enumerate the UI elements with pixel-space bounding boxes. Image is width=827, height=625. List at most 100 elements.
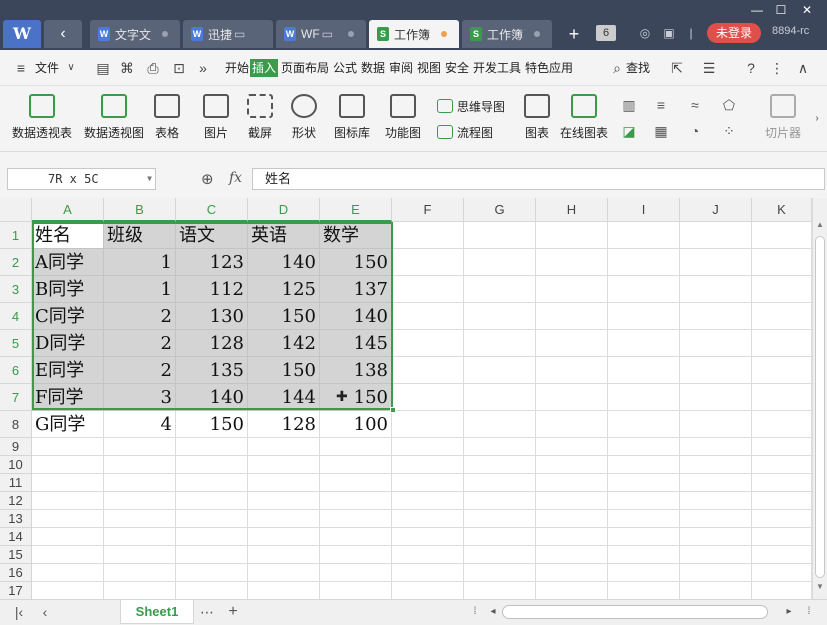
cell-B16[interactable] (104, 564, 176, 582)
cell-B8[interactable]: 4 (104, 411, 176, 438)
cell-H10[interactable] (536, 456, 608, 474)
cell-I1[interactable] (608, 222, 680, 249)
pivot-chart-button[interactable]: 数据透视图 (82, 94, 146, 141)
search-icon[interactable]: ⌕ (608, 59, 626, 77)
doc-tab[interactable]: W 迅捷 ▭ (183, 20, 273, 48)
cell-H2[interactable] (536, 249, 608, 276)
radar-chart-icon[interactable]: ⬠ (718, 96, 740, 114)
cell-G9[interactable] (464, 438, 536, 456)
more-sheets-icon[interactable]: ⋯ (198, 603, 216, 621)
tab-count-badge[interactable]: 6 (596, 25, 616, 41)
fx-icon[interactable]: fx (229, 170, 242, 186)
cell-K1[interactable] (752, 222, 812, 249)
tab-close-dot[interactable] (162, 31, 168, 37)
split-handle-icon[interactable]: ⁞ (800, 603, 818, 621)
cell-B13[interactable] (104, 510, 176, 528)
cell-J16[interactable] (680, 564, 752, 582)
row-header[interactable]: 17 (0, 582, 32, 599)
cell-G5[interactable] (464, 330, 536, 357)
cell-A8[interactable]: G同学 (32, 411, 104, 438)
scroll-right-icon[interactable]: ▸ (780, 603, 798, 621)
close-icon[interactable]: ✕ (796, 0, 818, 20)
horizontal-scroll-thumb[interactable] (502, 605, 768, 619)
cell-K17[interactable] (752, 582, 812, 599)
cell-K8[interactable] (752, 411, 812, 438)
tab-close-dot[interactable] (534, 31, 540, 37)
cell-C13[interactable] (176, 510, 248, 528)
row-header[interactable]: 11 (0, 474, 32, 492)
column-header[interactable]: H (536, 198, 608, 222)
cell-F2[interactable] (392, 249, 464, 276)
cell-I7[interactable] (608, 384, 680, 411)
doc-tab[interactable]: S 工作簿 (462, 20, 552, 48)
login-button[interactable]: 未登录 (707, 23, 761, 43)
cell-F16[interactable] (392, 564, 464, 582)
scroll-left-icon[interactable]: ◂ (484, 603, 502, 621)
cell-E16[interactable] (320, 564, 392, 582)
shape-button[interactable]: 形状 (286, 94, 322, 141)
cell-G6[interactable] (464, 357, 536, 384)
new-tab-button[interactable]: + (562, 22, 586, 46)
column-header[interactable]: F (392, 198, 464, 222)
doc-tab[interactable]: W WF ▭ (276, 20, 366, 48)
cell-C3[interactable]: 112 (176, 276, 248, 303)
cell-H14[interactable] (536, 528, 608, 546)
cell-F12[interactable] (392, 492, 464, 510)
cell-I3[interactable] (608, 276, 680, 303)
vertical-scrollbar[interactable]: ▲ ▼ (812, 198, 827, 599)
cell-H9[interactable] (536, 438, 608, 456)
cell-B15[interactable] (104, 546, 176, 564)
cell-J11[interactable] (680, 474, 752, 492)
formula-input[interactable]: 姓名 (252, 168, 825, 190)
cell-F15[interactable] (392, 546, 464, 564)
cell-E5[interactable]: 145 (320, 330, 392, 357)
cell-K6[interactable] (752, 357, 812, 384)
cell-K2[interactable] (752, 249, 812, 276)
row-header[interactable]: 8 (0, 411, 32, 438)
scroll-up-icon[interactable]: ▲ (813, 220, 827, 232)
cell-K14[interactable] (752, 528, 812, 546)
cell-F1[interactable] (392, 222, 464, 249)
cell-H13[interactable] (536, 510, 608, 528)
cell-D17[interactable] (248, 582, 320, 599)
cell-I12[interactable] (608, 492, 680, 510)
menu-developer[interactable]: 开发工具 (473, 59, 521, 77)
cell-I13[interactable] (608, 510, 680, 528)
cell-K12[interactable] (752, 492, 812, 510)
cell-D3[interactable]: 125 (248, 276, 320, 303)
file-menu[interactable]: 文件 (35, 59, 59, 77)
column-header[interactable]: D (248, 198, 320, 222)
cell-C2[interactable]: 123 (176, 249, 248, 276)
cell-J8[interactable] (680, 411, 752, 438)
cell-F8[interactable] (392, 411, 464, 438)
cell-A17[interactable] (32, 582, 104, 599)
cell-D10[interactable] (248, 456, 320, 474)
flowchart-button[interactable]: 流程图 (437, 122, 493, 142)
column-header[interactable]: J (680, 198, 752, 222)
icon-library-button[interactable]: 图标库 (332, 94, 372, 141)
cell-F5[interactable] (392, 330, 464, 357)
cell-E11[interactable] (320, 474, 392, 492)
cell-H4[interactable] (536, 303, 608, 330)
row-header[interactable]: 12 (0, 492, 32, 510)
cell-F14[interactable] (392, 528, 464, 546)
cell-E7[interactable]: 150 (320, 384, 392, 411)
print-preview-icon[interactable]: ⊡ (170, 59, 188, 77)
name-box[interactable]: 7R x 5C ▼ (7, 168, 156, 190)
cell-B3[interactable]: 1 (104, 276, 176, 303)
cell-F13[interactable] (392, 510, 464, 528)
cell-C14[interactable] (176, 528, 248, 546)
cell-I5[interactable] (608, 330, 680, 357)
cell-G14[interactable] (464, 528, 536, 546)
cell-G8[interactable] (464, 411, 536, 438)
cell-B5[interactable]: 2 (104, 330, 176, 357)
cell-A7[interactable]: F同学 (32, 384, 104, 411)
cell-A5[interactable]: D同学 (32, 330, 104, 357)
cell-C6[interactable]: 135 (176, 357, 248, 384)
column-chart-icon[interactable]: ▥ (618, 96, 640, 114)
cell-E1[interactable]: 数学 (320, 222, 392, 249)
menu-insert[interactable]: 插入 (250, 59, 279, 77)
first-sheet-icon[interactable]: |‹ (10, 603, 28, 621)
cell-A9[interactable] (32, 438, 104, 456)
line-chart-icon[interactable]: ≈ (684, 96, 706, 114)
